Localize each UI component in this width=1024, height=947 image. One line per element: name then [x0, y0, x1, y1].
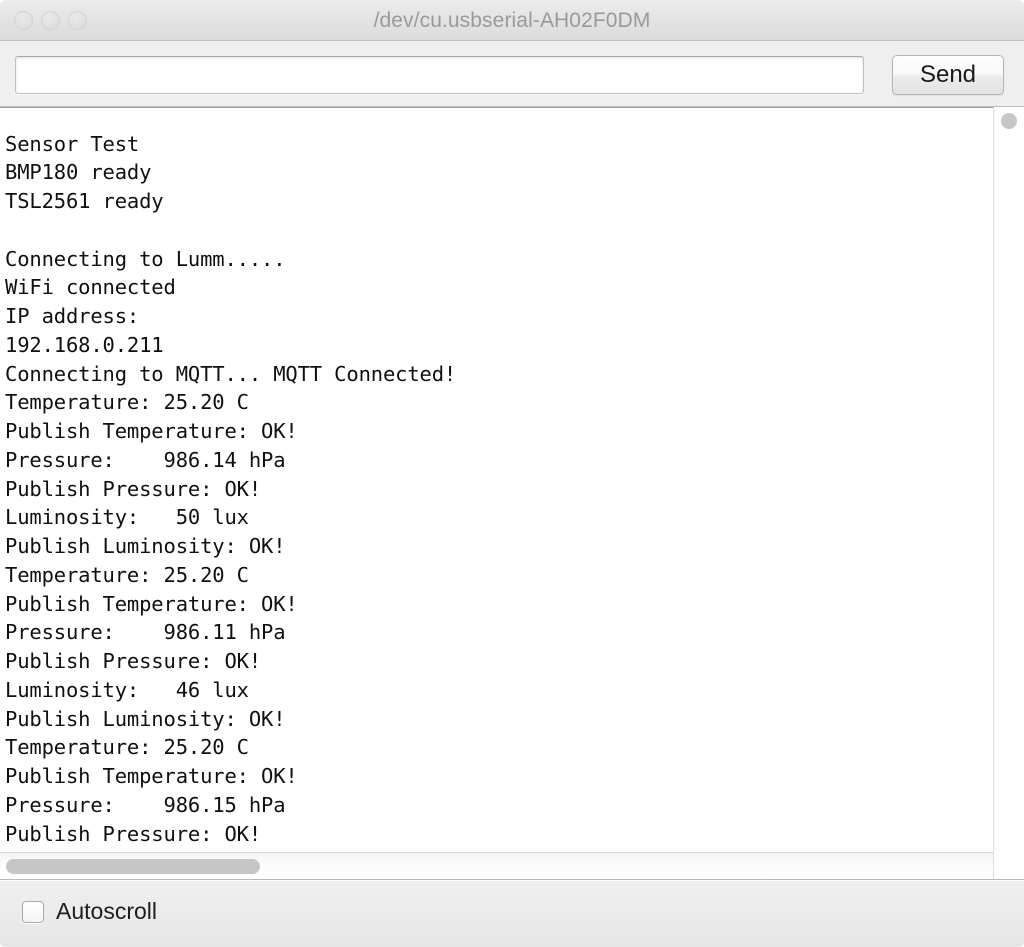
- console-text: Sensor Test BMP180 ready TSL2561 ready C…: [5, 131, 457, 875]
- scrollbar-corner: [993, 852, 1024, 879]
- horizontal-scrollbar[interactable]: [0, 852, 993, 879]
- horizontal-scrollbar-thumb[interactable]: [6, 859, 260, 874]
- vertical-scrollbar[interactable]: [993, 107, 1024, 853]
- send-toolbar: Send: [0, 41, 1024, 107]
- autoscroll-checkbox[interactable]: [22, 900, 44, 923]
- serial-send-input[interactable]: [15, 56, 864, 94]
- console-output-area[interactable]: Sensor Test BMP180 ready TSL2561 ready C…: [0, 107, 1024, 880]
- minimize-button[interactable]: [41, 11, 60, 30]
- vertical-scrollbar-thumb[interactable]: [1001, 113, 1017, 129]
- send-button[interactable]: Send: [892, 55, 1004, 95]
- status-bar: Autoscroll No line ending 115200 baud: [0, 880, 1024, 947]
- title-bar: /dev/cu.usbserial-AH02F0DM: [0, 0, 1024, 41]
- zoom-button[interactable]: [68, 11, 87, 30]
- close-button[interactable]: [14, 11, 33, 30]
- autoscroll-label: Autoscroll: [56, 898, 157, 924]
- autoscroll-control[interactable]: Autoscroll: [22, 898, 157, 925]
- serial-monitor-window: /dev/cu.usbserial-AH02F0DM Send Sensor T…: [0, 0, 1024, 947]
- window-title: /dev/cu.usbserial-AH02F0DM: [373, 9, 651, 32]
- window-controls: [14, 11, 87, 30]
